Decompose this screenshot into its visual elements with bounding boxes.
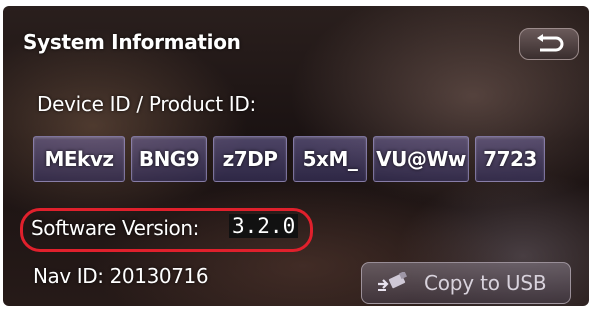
return-arrow-icon (537, 34, 564, 52)
copy-to-usb-label: Copy to USB (424, 271, 547, 295)
back-button[interactable] (519, 28, 579, 60)
copy-to-usb-button[interactable]: Copy to USB (361, 262, 571, 304)
device-id-part: 5xM_ (293, 136, 367, 182)
nav-id-text: Nav ID: 20130716 (33, 264, 209, 288)
system-info-screen: System Information Device ID / Product I… (3, 6, 589, 306)
page-title: System Information (23, 30, 241, 54)
device-id-part: BNG9 (131, 136, 207, 182)
device-id-part: VU@Ww (373, 136, 469, 182)
usb-copy-icon (378, 272, 407, 291)
device-id-part: MEkvz (33, 136, 125, 182)
software-version-label: Software Version: (31, 216, 200, 240)
device-id-part: 7723 (475, 136, 545, 182)
device-id-label: Device ID / Product ID: (37, 92, 256, 116)
device-id-row: MEkvz BNG9 z7DP 5xM_ VU@Ww 7723 (33, 136, 545, 182)
software-version-value: 3.2.0 (229, 214, 299, 238)
device-id-part: z7DP (213, 136, 287, 182)
